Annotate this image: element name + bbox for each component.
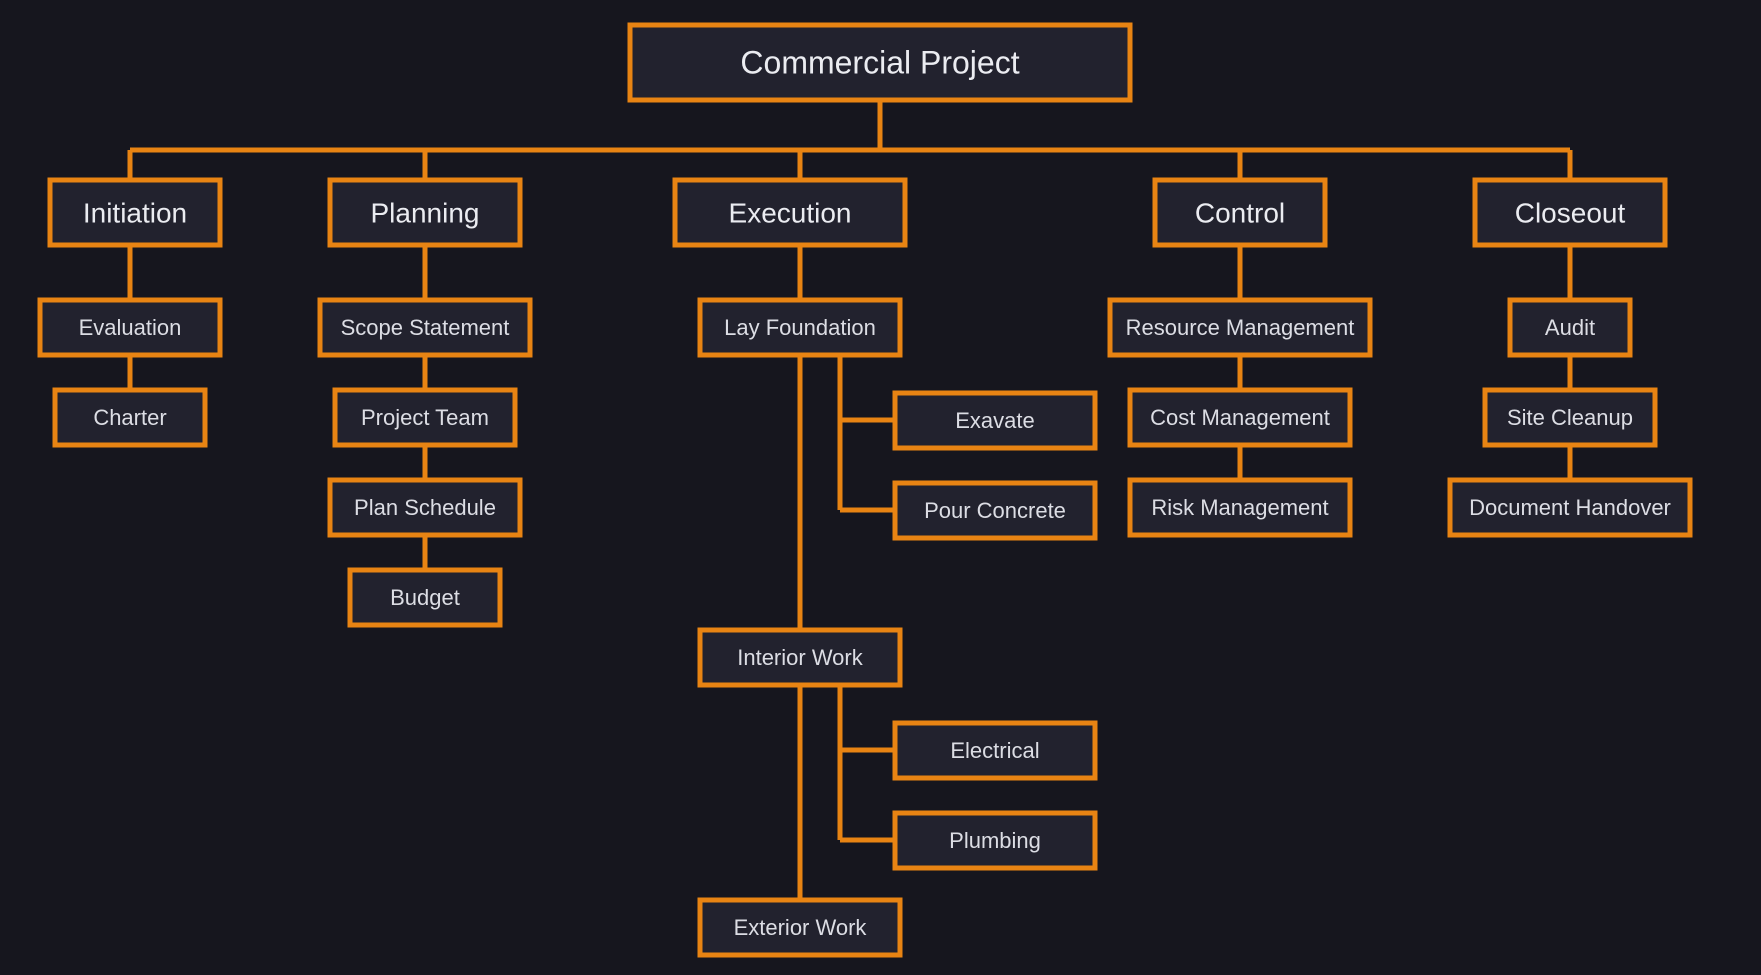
node-electrical[interactable]: Electrical — [895, 723, 1095, 778]
node-scope-statement-label: Scope Statement — [341, 315, 510, 340]
node-initiation[interactable]: Initiation — [50, 180, 220, 245]
node-closeout[interactable]: Closeout — [1475, 180, 1665, 245]
node-root[interactable]: Commercial Project — [630, 25, 1130, 100]
node-pour-concrete-label: Pour Concrete — [924, 498, 1066, 523]
node-lay-foundation[interactable]: Lay Foundation — [700, 300, 900, 355]
node-risk-management[interactable]: Risk Management — [1130, 480, 1350, 535]
node-planning-label: Planning — [371, 197, 480, 228]
node-evaluation-label: Evaluation — [79, 315, 182, 340]
node-exterior-work-label: Exterior Work — [734, 915, 868, 940]
node-charter[interactable]: Charter — [55, 390, 205, 445]
node-exavate-label: Exavate — [955, 408, 1035, 433]
node-interior-work[interactable]: Interior Work — [700, 630, 900, 685]
node-audit[interactable]: Audit — [1510, 300, 1630, 355]
node-evaluation[interactable]: Evaluation — [40, 300, 220, 355]
node-execution-label: Execution — [729, 197, 852, 228]
node-lay-foundation-label: Lay Foundation — [724, 315, 876, 340]
node-cost-management[interactable]: Cost Management — [1130, 390, 1350, 445]
node-interior-work-label: Interior Work — [737, 645, 864, 670]
node-site-cleanup[interactable]: Site Cleanup — [1485, 390, 1655, 445]
node-exterior-work[interactable]: Exterior Work — [700, 900, 900, 955]
node-plumbing-label: Plumbing — [949, 828, 1041, 853]
node-project-team-label: Project Team — [361, 405, 489, 430]
node-exavate[interactable]: Exavate — [895, 393, 1095, 448]
node-site-cleanup-label: Site Cleanup — [1507, 405, 1633, 430]
node-execution[interactable]: Execution — [675, 180, 905, 245]
node-project-team[interactable]: Project Team — [335, 390, 515, 445]
node-resource-management-label: Resource Management — [1126, 315, 1355, 340]
node-resource-management[interactable]: Resource Management — [1110, 300, 1370, 355]
node-control-label: Control — [1195, 197, 1285, 228]
node-plumbing[interactable]: Plumbing — [895, 813, 1095, 868]
node-plan-schedule-label: Plan Schedule — [354, 495, 496, 520]
node-budget-label: Budget — [390, 585, 460, 610]
node-risk-management-label: Risk Management — [1151, 495, 1328, 520]
node-electrical-label: Electrical — [950, 738, 1039, 763]
node-closeout-label: Closeout — [1515, 197, 1626, 228]
node-planning[interactable]: Planning — [330, 180, 520, 245]
node-plan-schedule[interactable]: Plan Schedule — [330, 480, 520, 535]
node-pour-concrete[interactable]: Pour Concrete — [895, 483, 1095, 538]
node-charter-label: Charter — [93, 405, 166, 430]
node-control[interactable]: Control — [1155, 180, 1325, 245]
node-document-handover[interactable]: Document Handover — [1450, 480, 1690, 535]
node-budget[interactable]: Budget — [350, 570, 500, 625]
node-audit-label: Audit — [1545, 315, 1595, 340]
node-cost-management-label: Cost Management — [1150, 405, 1330, 430]
node-document-handover-label: Document Handover — [1469, 495, 1671, 520]
node-initiation-label: Initiation — [83, 197, 187, 228]
node-root-label: Commercial Project — [740, 44, 1019, 80]
node-scope-statement[interactable]: Scope Statement — [320, 300, 530, 355]
